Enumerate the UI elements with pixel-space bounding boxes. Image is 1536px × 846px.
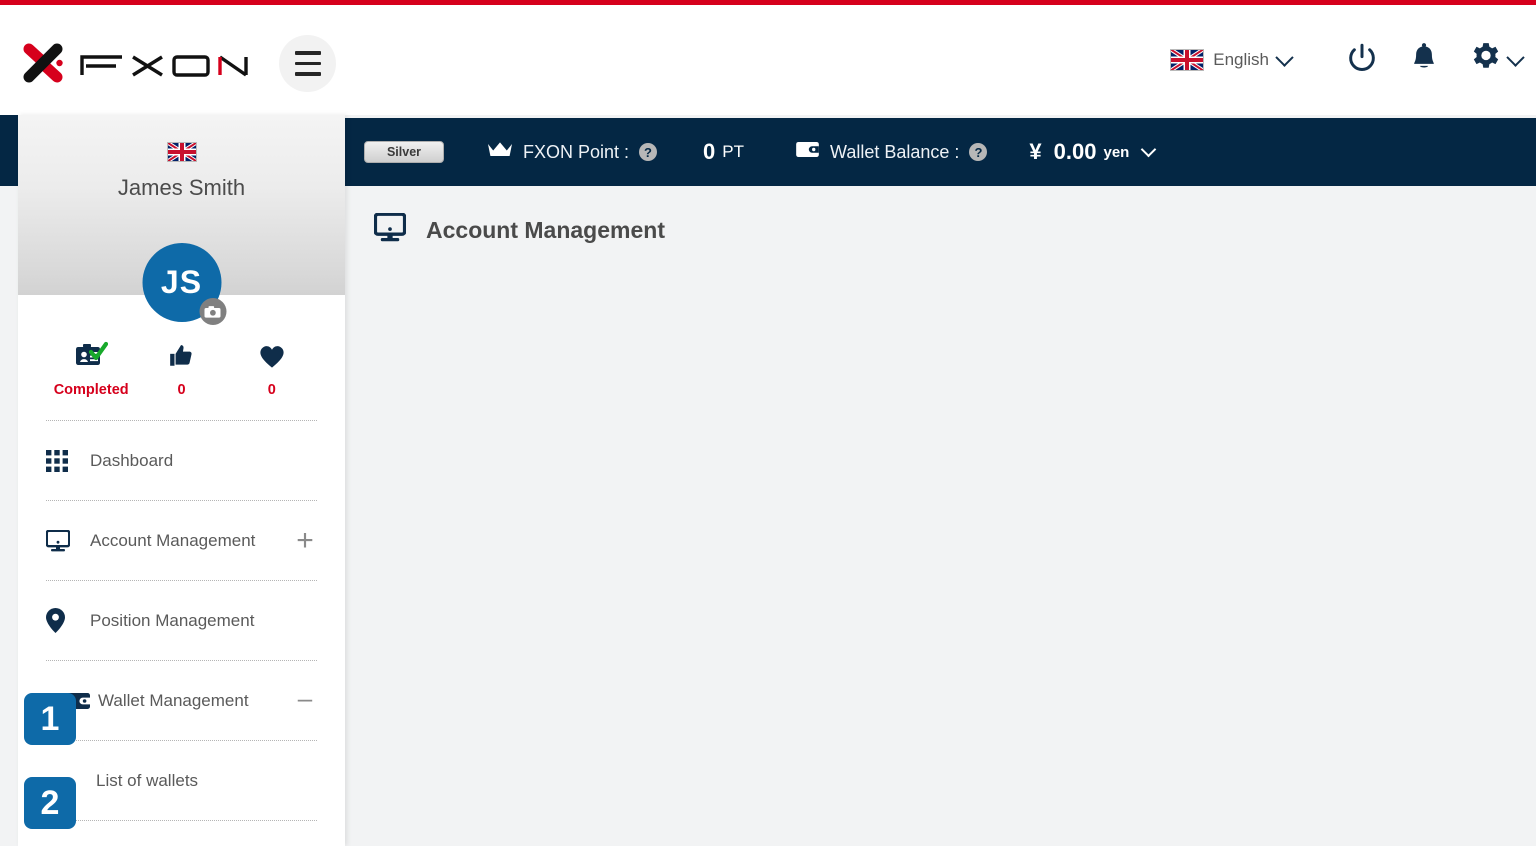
- wallet-icon: [796, 141, 819, 163]
- sidebar-item-account-management[interactable]: Account Management +: [46, 501, 317, 581]
- monitor-icon: [373, 212, 407, 247]
- profile-header: James Smith JS: [18, 115, 345, 325]
- wallet-balance-label: Wallet Balance :: [830, 141, 960, 162]
- pin-icon: [46, 608, 90, 633]
- power-icon: [1345, 41, 1379, 80]
- grid-icon: [46, 449, 90, 472]
- currency-symbol: ¥: [1029, 139, 1042, 164]
- chevron-down-icon: [1275, 47, 1294, 67]
- fxon-point-value: 0: [703, 139, 716, 164]
- stat-favorites-label: 0: [267, 382, 276, 398]
- gear-icon: [1469, 41, 1503, 80]
- page-title: Account Management: [426, 216, 665, 243]
- settings-button[interactable]: [1455, 41, 1525, 80]
- chevron-down-icon[interactable]: [1141, 141, 1157, 157]
- sidebar-item-list-of-wallets[interactable]: List of wallets: [46, 741, 317, 821]
- left-navy-rail: [0, 115, 18, 186]
- fxon-x-icon: [16, 35, 70, 89]
- sidebar-expander-plus[interactable]: +: [293, 525, 317, 556]
- sidebar-item-label: List of wallets: [96, 770, 199, 790]
- stat-likes[interactable]: 0: [136, 341, 226, 398]
- sidebar-item-label: Dashboard: [90, 450, 174, 470]
- wallet-balance-value: 0.00: [1053, 139, 1097, 164]
- app-header: English: [0, 5, 1536, 115]
- stat-likes-label: 0: [177, 382, 186, 398]
- notifications-button[interactable]: [1393, 5, 1455, 115]
- header-actions: English: [1170, 5, 1525, 115]
- stat-verification-label: Completed: [53, 382, 129, 398]
- avatar[interactable]: JS: [142, 243, 226, 325]
- monitor-icon: [46, 529, 90, 552]
- hamburger-bar: [294, 72, 321, 76]
- help-icon[interactable]: ?: [639, 143, 658, 161]
- stat-verification[interactable]: Completed: [46, 341, 136, 398]
- wallet-balance-group: Wallet Balance : ? ¥ 0.00 yen: [796, 139, 1157, 165]
- hamburger-bar: [294, 61, 321, 66]
- hamburger-bar: [294, 51, 321, 55]
- language-selector[interactable]: English: [1170, 47, 1294, 71]
- sidebar-item-position-management[interactable]: Position Management: [46, 581, 317, 661]
- power-button[interactable]: [1331, 5, 1393, 115]
- sidebar-item-wallet-management[interactable]: Wallet Management –: [46, 661, 317, 741]
- page-header: Account Management: [345, 186, 1536, 247]
- avatar-camera-button[interactable]: [199, 298, 226, 325]
- language-label: English: [1213, 50, 1269, 69]
- fxon-point-unit: PT: [722, 142, 745, 161]
- step-badge-2: 2: [24, 777, 76, 829]
- profile-name: James Smith: [117, 175, 246, 200]
- main-content: Account Management: [345, 186, 1536, 846]
- sidebar-item-label: Position Management: [90, 610, 255, 630]
- uk-flag-icon: [1170, 49, 1205, 71]
- bell-icon: [1409, 42, 1439, 79]
- sidebar-nav: Dashboard Account Management + Position …: [46, 421, 317, 821]
- fxon-point-group: FXON Point : ? 0 PT: [488, 139, 744, 165]
- sidebar-item-dashboard[interactable]: Dashboard: [46, 421, 317, 501]
- help-icon[interactable]: ?: [969, 143, 988, 161]
- thumbs-up-icon: [136, 341, 226, 371]
- sidebar-item-label: Wallet Management: [98, 690, 249, 710]
- account-info-bar: Silver FXON Point : ? 0 PT Wallet Balanc…: [345, 118, 1536, 186]
- fxon-wordmark: [78, 47, 254, 77]
- wallet-balance-unit: yen: [1103, 143, 1130, 161]
- menu-toggle-button[interactable]: [279, 35, 336, 92]
- camera-icon: [204, 305, 221, 318]
- chevron-down-icon: [1506, 47, 1525, 67]
- membership-tier-badge: Silver: [364, 141, 444, 163]
- stat-favorites[interactable]: 0: [227, 341, 317, 398]
- id-verified-icon: [46, 341, 136, 371]
- crown-icon: [488, 141, 512, 164]
- brand-logo[interactable]: [16, 35, 254, 89]
- profile-uk-flag-icon: [166, 142, 197, 162]
- step-badge-1: 1: [24, 693, 76, 745]
- heart-icon: [227, 341, 317, 371]
- avatar-initials: JS: [160, 264, 203, 300]
- fxon-point-label: FXON Point :: [523, 141, 630, 162]
- sidebar-expander-minus[interactable]: –: [293, 685, 317, 711]
- sidebar-item-label: Account Management: [90, 530, 256, 550]
